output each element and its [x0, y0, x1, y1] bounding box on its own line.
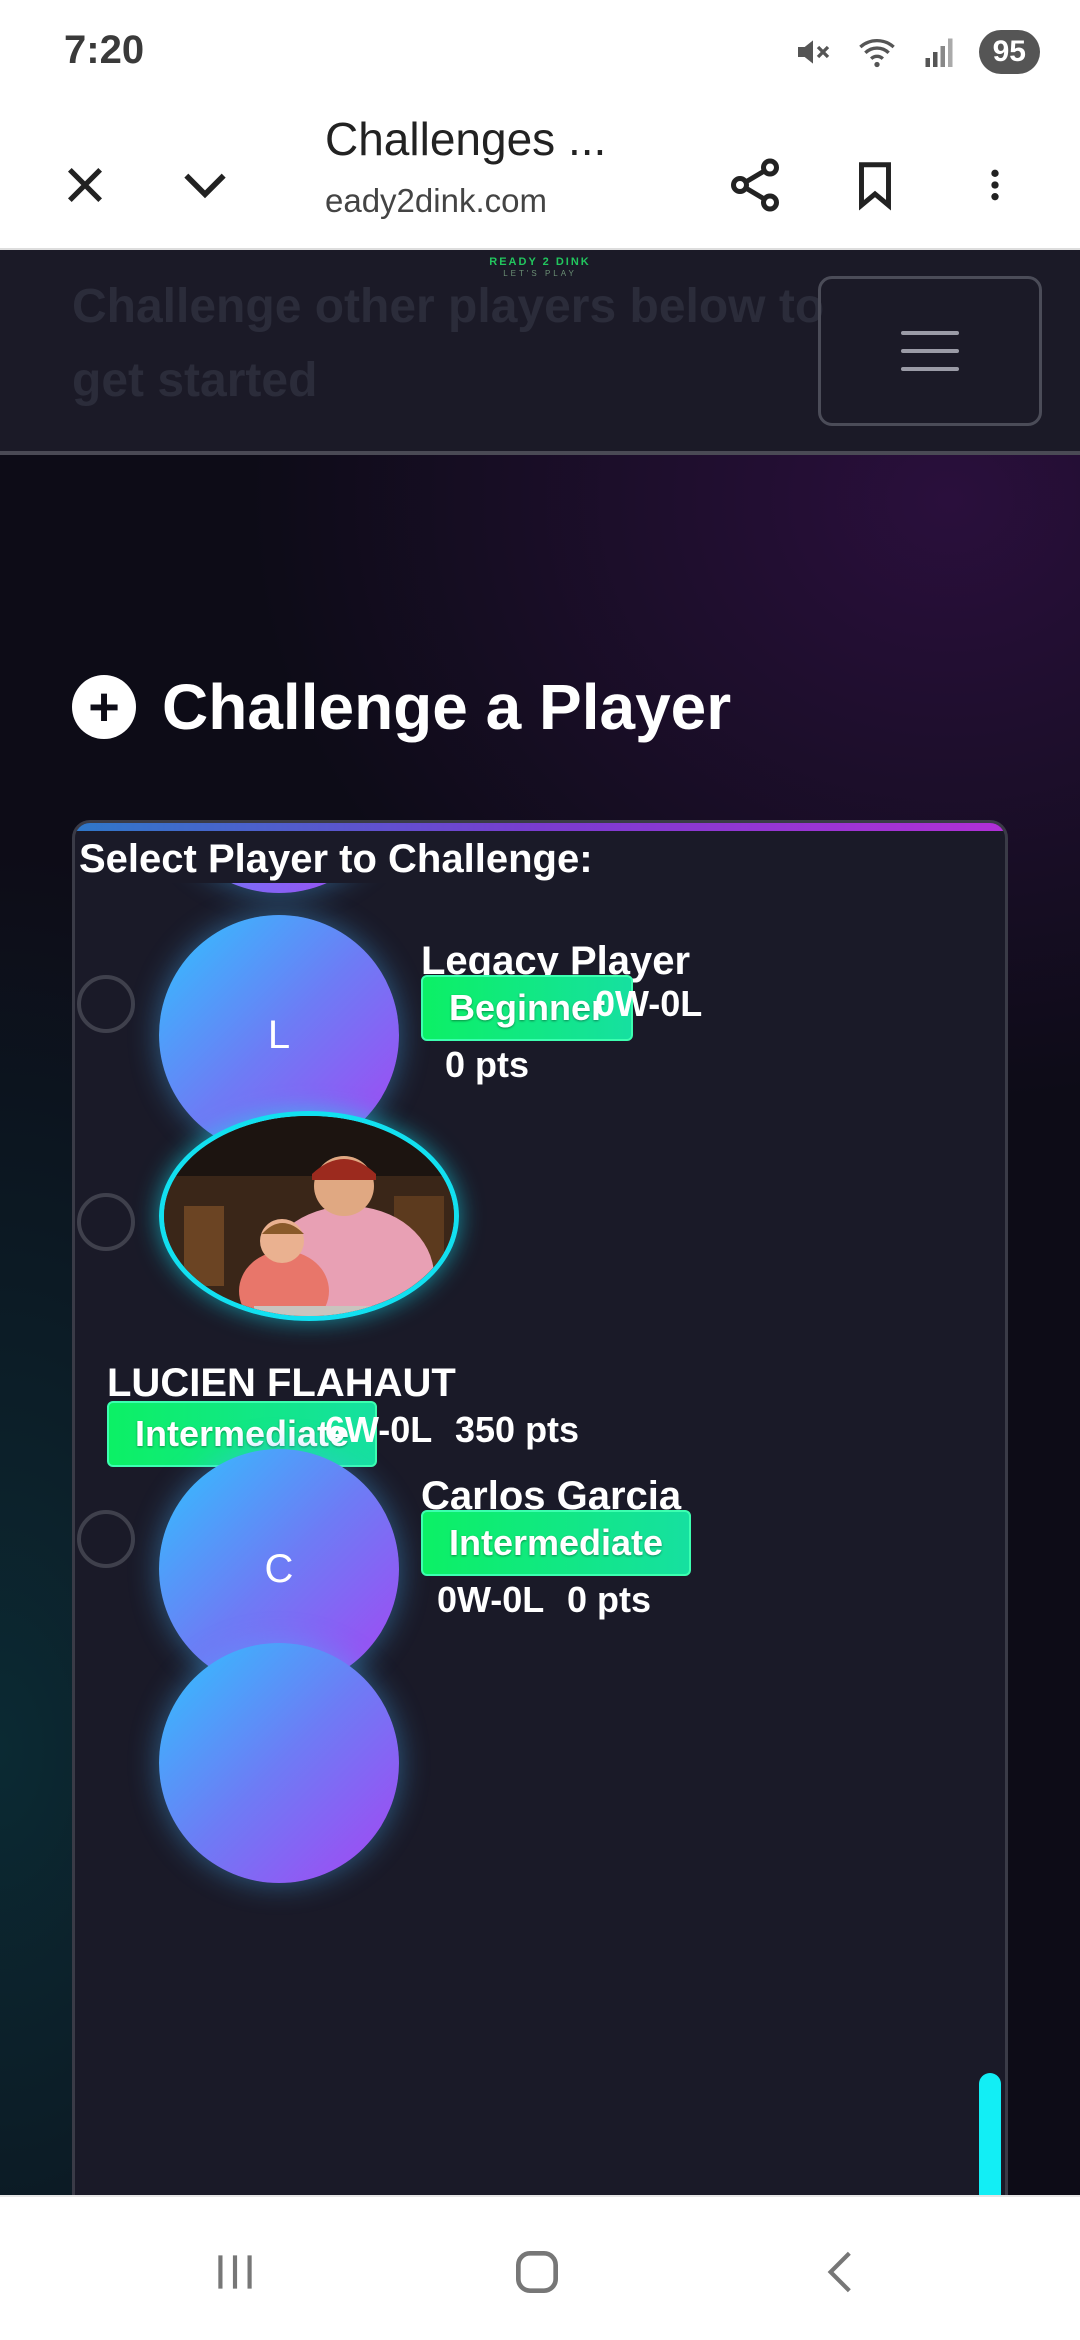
player-list[interactable]: L Legacy Player Beginner 0W-0L 0 pts LUC… — [75, 883, 1005, 2023]
bookmark-icon — [859, 162, 891, 211]
section-title: Challenge a Player — [162, 671, 732, 743]
back-button[interactable] — [796, 2237, 886, 2307]
player-record: 6W-0L — [325, 1409, 433, 1450]
home-button[interactable] — [492, 2237, 582, 2307]
player-record: 0W-0L — [595, 983, 703, 1024]
system-nav-bar — [0, 2195, 1080, 2340]
share-button[interactable] — [710, 140, 800, 230]
more-options-button[interactable] — [950, 140, 1040, 230]
player-radio[interactable] — [77, 1510, 135, 1568]
battery-indicator: 95 — [978, 30, 1040, 74]
recent-apps-icon — [218, 2255, 252, 2289]
share-icon — [731, 158, 779, 212]
status-bar: 7:20 95 — [0, 0, 1080, 100]
player-points: 0 pts — [445, 1044, 530, 1085]
status-icons: 95 — [793, 30, 1040, 74]
player-radio[interactable] — [77, 975, 135, 1033]
menu-button[interactable] — [818, 276, 1042, 426]
section-header: + Challenge a Player — [72, 670, 731, 744]
home-icon — [516, 2251, 558, 2293]
challenge-card: Select Player to Challenge: L Legacy Pla… — [72, 820, 1008, 2195]
player-photo — [159, 1111, 459, 1321]
intro-text: Challenge other players below to get sta… — [72, 280, 825, 407]
signal-icon — [925, 38, 953, 67]
brand-name: READY 2 DINK — [489, 256, 591, 268]
bookmark-button[interactable] — [830, 140, 920, 230]
card-accent-line — [75, 823, 1005, 831]
player-radio[interactable] — [77, 1193, 135, 1251]
level-badge: Intermediate — [421, 1510, 692, 1576]
chevron-down-icon — [184, 173, 226, 199]
plus-circle-icon: + — [72, 675, 136, 739]
site-navbar: Challenge other players below to get sta… — [0, 250, 1080, 455]
page-url[interactable]: eady2dink.com — [325, 182, 547, 220]
status-time: 7:20 — [64, 28, 145, 72]
vertical-scrollbar[interactable] — [979, 2073, 1001, 2195]
close-icon — [67, 167, 103, 203]
hamburger-icon — [901, 349, 959, 353]
player-name: LUCIEN FLAHAUT — [107, 1361, 456, 1405]
avatar — [159, 1643, 399, 1883]
more-vert-icon — [991, 169, 999, 201]
avatar — [159, 883, 399, 893]
select-player-label: Select Player to Challenge: — [79, 837, 593, 881]
web-page: Challenge other players below to get sta… — [0, 250, 1080, 2195]
wifi-icon — [858, 39, 895, 68]
player-points: 350 pts — [455, 1409, 580, 1450]
player-points: 0 pts — [567, 1579, 652, 1620]
minimize-button[interactable] — [160, 140, 250, 230]
recent-apps-button[interactable] — [190, 2237, 280, 2307]
mute-icon — [797, 40, 829, 64]
player-record: 0W-0L — [437, 1579, 545, 1620]
hamburger-icon — [901, 367, 959, 371]
page-title: Challenges ... — [325, 113, 607, 165]
close-tab-button[interactable] — [40, 140, 130, 230]
back-icon — [827, 2251, 851, 2293]
player-photo-image — [164, 1116, 454, 1316]
hamburger-icon — [901, 331, 959, 335]
